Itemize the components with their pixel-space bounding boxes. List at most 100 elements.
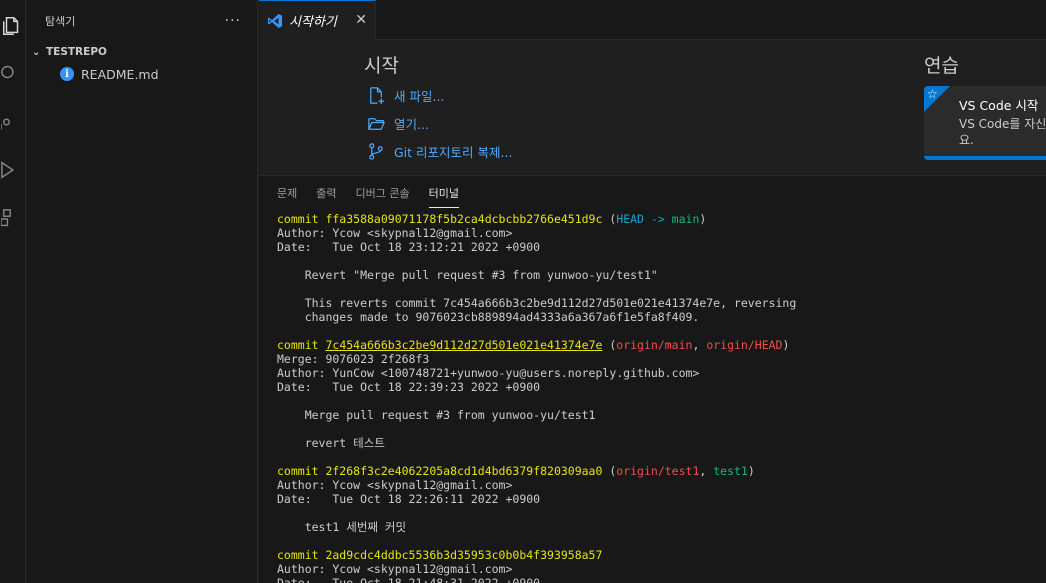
terminal-output[interactable]: commit ffa3588a09071178f5b2ca4dcbcbb2766… xyxy=(277,212,1046,583)
terminal-line: Author: YunCow <100748721+yunwoo-yu@user… xyxy=(277,366,1046,380)
activity-bar xyxy=(0,0,26,583)
terminal-text: , xyxy=(692,338,707,352)
walkthrough-desc-line: VS Code를 자신 xyxy=(959,117,1046,131)
terminal-text: This reverts commit 7c454a666b3c2be9d112… xyxy=(277,296,797,310)
terminal-text: Revert "Merge pull request #3 from yunwo… xyxy=(277,268,658,282)
star-icon: ☆ xyxy=(927,87,938,101)
start-heading: 시작 xyxy=(364,55,399,77)
terminal-text: origin/main xyxy=(616,338,693,352)
explorer-icon[interactable] xyxy=(0,14,24,38)
new-file-label: 새 파일... xyxy=(394,89,445,104)
info-file-icon: i xyxy=(60,67,74,81)
terminal-text: Author: Ycow <skypnal12@gmail.com> xyxy=(277,226,513,240)
repo-name: TESTREPO xyxy=(46,46,107,58)
vscode-logo-icon xyxy=(268,13,282,28)
terminal-line: Author: Ycow <skypnal12@gmail.com> xyxy=(277,226,1046,240)
terminal-line: commit 7c454a666b3c2be9d112d27d501e021e4… xyxy=(277,338,1046,352)
terminal-text: ) xyxy=(699,212,707,226)
terminal-text: commit 2f268f3c2e4062205a8cd1d4bd6379f82… xyxy=(277,464,603,478)
tab-label: 시작하기 xyxy=(289,15,337,30)
walkthrough-card[interactable]: ☆ VS Code 시작 VS Code를 자신 요. xyxy=(924,86,1046,160)
terminal-text: main xyxy=(671,212,700,226)
terminal-text: Date: Tue Oct 18 23:12:21 2022 +0900 xyxy=(277,240,541,254)
sidebar-title: 탐색기 xyxy=(45,15,76,28)
terminal-line: commit 2f268f3c2e4062205a8cd1d4bd6379f82… xyxy=(277,464,1046,478)
git-clone-link[interactable]: Git 리포지토리 복제... xyxy=(367,142,512,161)
more-actions-icon[interactable]: ··· xyxy=(225,13,241,29)
source-control-icon[interactable] xyxy=(0,110,24,134)
terminal-line: commit ffa3588a09071178f5b2ca4dcbcbb2766… xyxy=(277,212,1046,226)
terminal-text: commit 2ad9cdc4ddbc5536b3d35953c0b0b4f39… xyxy=(277,548,603,562)
walkthrough-progress xyxy=(924,156,1046,160)
open-link[interactable]: 열기... xyxy=(367,114,429,133)
terminal-text: ( xyxy=(602,338,617,352)
terminal-text: test1 xyxy=(713,464,748,478)
run-debug-icon[interactable] xyxy=(0,158,24,182)
terminal-text: Merge pull request #3 from yunwoo-yu/tes… xyxy=(277,408,596,422)
tab-output[interactable]: 출력 xyxy=(316,181,336,205)
chevron-down-icon: ⌄ xyxy=(32,46,41,58)
tab-problems[interactable]: 문제 xyxy=(277,181,297,205)
terminal-text: changes made to 9076023cb889894ad4333a6a… xyxy=(277,310,700,324)
search-icon[interactable] xyxy=(0,60,24,84)
terminal-text: Author: Ycow <skypnal12@gmail.com> xyxy=(277,478,513,492)
terminal-line: Author: Ycow <skypnal12@gmail.com> xyxy=(277,562,1046,576)
terminal-line: test1 세번째 커밋 xyxy=(277,520,1046,534)
terminal-line: Revert "Merge pull request #3 from yunwo… xyxy=(277,268,1046,282)
editor-tab-bar: 시작하기 ✕ xyxy=(259,0,1046,40)
terminal-line: Merge: 9076023 2f268f3 xyxy=(277,352,1046,366)
terminal-line: commit 2ad9cdc4ddbc5536b3d35953c0b0b4f39… xyxy=(277,548,1046,562)
terminal-text: ( xyxy=(602,212,617,226)
terminal-text: 7c454a666b3c2be9d112d27d501e021e41374e7e xyxy=(325,338,603,352)
terminal-line: Date: Tue Oct 18 22:39:23 2022 +0900 xyxy=(277,380,1046,394)
tab-welcome[interactable]: 시작하기 ✕ xyxy=(259,0,376,40)
file-name: README.md xyxy=(81,66,159,82)
terminal-text: Author: Ycow <skypnal12@gmail.com> xyxy=(277,562,513,576)
explorer-sidebar: 탐색기 ··· ⌄ TESTREPO i README.md xyxy=(26,0,258,583)
terminal-text: commit ffa3588a09071178f5b2ca4dcbcbb2766… xyxy=(277,212,603,226)
walkthrough-desc-line: 요. xyxy=(959,133,974,147)
terminal-text: Merge: 9076023 2f268f3 xyxy=(277,352,430,366)
terminal-text: Date: Tue Oct 18 22:39:23 2022 +0900 xyxy=(277,380,541,394)
terminal-text: Author: YunCow <100748721+yunwoo-yu@user… xyxy=(277,366,700,380)
terminal-line: Date: Tue Oct 18 23:12:21 2022 +0900 xyxy=(277,240,1046,254)
terminal-line: Date: Tue Oct 18 22:26:11 2022 +0900 xyxy=(277,492,1046,506)
repo-folder[interactable]: ⌄ TESTREPO xyxy=(26,41,257,63)
terminal-line: Date: Tue Oct 18 21:48:31 2022 +0900 xyxy=(277,576,1046,583)
terminal-text: , xyxy=(699,464,714,478)
terminal-text: ( xyxy=(602,464,617,478)
terminal-text: Date: Tue Oct 18 22:26:11 2022 +0900 xyxy=(277,492,541,506)
terminal-text: revert 테스트 xyxy=(277,436,385,450)
practice-heading: 연습 xyxy=(924,55,959,77)
open-label: 열기... xyxy=(394,117,429,132)
terminal-text: origin/test1 xyxy=(616,464,700,478)
terminal-text: origin/HEAD xyxy=(706,338,783,352)
file-item-readme[interactable]: i README.md xyxy=(26,63,257,85)
new-file-link[interactable]: 새 파일... xyxy=(367,86,444,105)
terminal-line: Author: Ycow <skypnal12@gmail.com> xyxy=(277,478,1046,492)
terminal-line: changes made to 9076023cb889894ad4333a6a… xyxy=(277,310,1046,324)
panel-tabs: 문제 출력 디버그 콘솔 터미널 xyxy=(259,176,1046,210)
terminal-text: ) xyxy=(747,464,755,478)
terminal-text: commit xyxy=(277,338,326,352)
new-file-icon xyxy=(370,87,385,105)
tab-debug-console[interactable]: 디버그 콘솔 xyxy=(356,181,410,205)
terminal-line: This reverts commit 7c454a666b3c2be9d112… xyxy=(277,296,1046,310)
terminal-text: HEAD -> xyxy=(616,212,672,226)
extensions-icon[interactable] xyxy=(0,207,24,231)
folder-open-icon xyxy=(368,118,386,130)
walkthrough-title: VS Code 시작 xyxy=(959,98,1039,113)
tab-terminal[interactable]: 터미널 xyxy=(428,181,460,208)
bottom-panel: 문제 출력 디버그 콘솔 터미널 commit ffa3588a09071178… xyxy=(259,175,1046,583)
close-icon[interactable]: ✕ xyxy=(355,12,367,28)
git-branch-icon xyxy=(369,143,383,160)
terminal-text: test1 세번째 커밋 xyxy=(277,520,407,534)
welcome-page: 시작 새 파일... 열기... Git 리포지토리 복제... 연습 ☆ VS… xyxy=(259,40,1046,175)
